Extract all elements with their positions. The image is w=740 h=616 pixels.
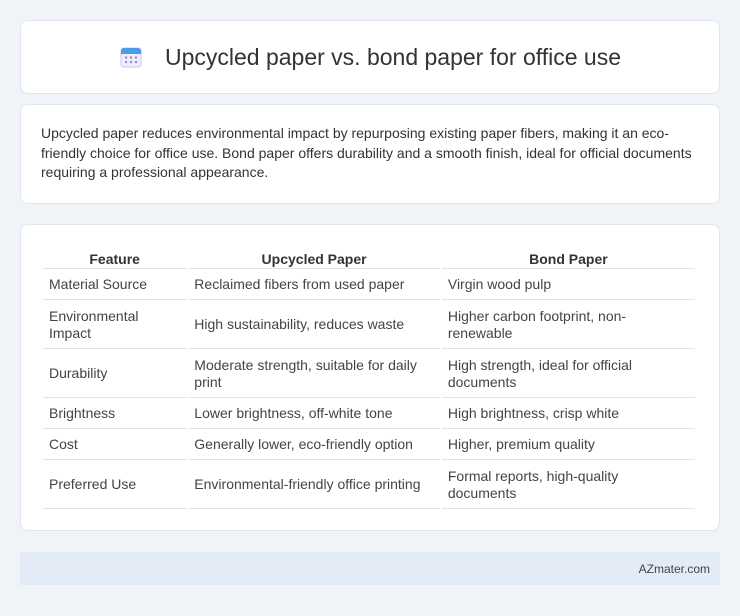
- intro-card: Upcycled paper reduces environmental imp…: [20, 104, 720, 204]
- upcycled-cell: Reclaimed fibers from used paper: [188, 271, 440, 300]
- footer-site-link[interactable]: AZmater.com: [639, 562, 710, 576]
- table-row: Durability Moderate strength, suitable f…: [43, 351, 695, 398]
- table-row: Cost Generally lower, eco-friendly optio…: [43, 431, 695, 460]
- title-card: Upcycled paper vs. bond paper for office…: [20, 20, 720, 94]
- upcycled-cell: Generally lower, eco-friendly option: [188, 431, 440, 460]
- upcycled-cell: Lower brightness, off-white tone: [188, 400, 440, 429]
- bond-cell: High brightness, crisp white: [441, 400, 695, 429]
- bond-cell: Virgin wood pulp: [441, 271, 695, 300]
- feature-cell: Environmental Impact: [43, 302, 187, 349]
- table-row: Preferred Use Environmental-friendly off…: [43, 462, 695, 509]
- calendar-icon: [120, 47, 142, 68]
- bond-cell: Higher, premium quality: [441, 431, 695, 460]
- table-row: Brightness Lower brightness, off-white t…: [43, 400, 695, 429]
- bond-cell: Formal reports, high-quality documents: [441, 462, 695, 509]
- upcycled-cell: High sustainability, reduces waste: [188, 302, 440, 349]
- header-bond-paper: Bond Paper: [441, 247, 695, 269]
- feature-cell: Durability: [43, 351, 187, 398]
- header-feature: Feature: [43, 247, 187, 269]
- table-row: Environmental Impact High sustainability…: [43, 302, 695, 349]
- feature-cell: Material Source: [43, 271, 187, 300]
- feature-cell: Preferred Use: [43, 462, 187, 509]
- header-upcycled-paper: Upcycled Paper: [188, 247, 440, 269]
- intro-paragraph: Upcycled paper reduces environmental imp…: [41, 125, 692, 180]
- comparison-table: Feature Upcycled Paper Bond Paper Materi…: [41, 245, 697, 511]
- bond-cell: High strength, ideal for official docume…: [441, 351, 695, 398]
- feature-cell: Cost: [43, 431, 187, 460]
- upcycled-cell: Environmental-friendly office printing: [188, 462, 440, 509]
- table-row: Material Source Reclaimed fibers from us…: [43, 271, 695, 300]
- footer: AZmater.com: [20, 552, 720, 585]
- comparison-table-card: Feature Upcycled Paper Bond Paper Materi…: [20, 224, 720, 531]
- feature-cell: Brightness: [43, 400, 187, 429]
- bond-cell: Higher carbon footprint, non-renewable: [441, 302, 695, 349]
- upcycled-cell: Moderate strength, suitable for daily pr…: [188, 351, 440, 398]
- page-title: Upcycled paper vs. bond paper for office…: [164, 43, 621, 70]
- table-header-row: Feature Upcycled Paper Bond Paper: [43, 247, 695, 269]
